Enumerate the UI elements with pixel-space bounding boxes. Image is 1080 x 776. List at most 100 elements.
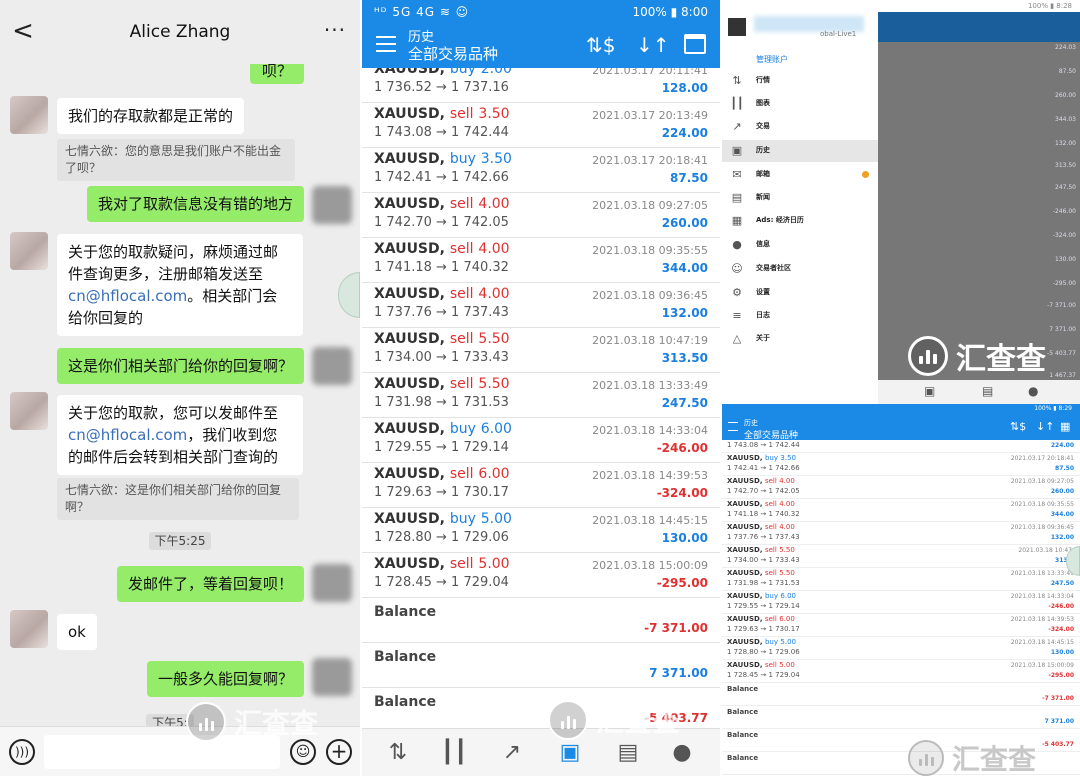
email-link[interactable]: cn@hflocal.com xyxy=(68,426,187,444)
deal-row[interactable]: XAUUSD, buy 2.00 1 736.52 → 1 737.16 202… xyxy=(362,68,720,103)
deal-row[interactable]: XAUUSD, buy 5.00 1 728.80 → 1 729.06 2021… xyxy=(722,637,1080,660)
deal-row[interactable]: XAUUSD, sell 6.00 1 729.63 → 1 730.17 202… xyxy=(722,614,1080,637)
drawer-item-mailbox[interactable]: ✉ 邮箱 xyxy=(722,164,878,186)
avatar xyxy=(10,232,48,270)
deal-row[interactable]: XAUUSD, sell 6.00 1 729.63 → 1 730.17 20… xyxy=(362,463,720,508)
quoted-message: 七情六欲：这是你们相关部门给你的回复啊？ xyxy=(57,478,299,520)
deal-row[interactable]: XAUUSD, buy 5.00 1 728.80 → 1 729.06 202… xyxy=(362,508,720,553)
news-icon[interactable]: ▤ xyxy=(610,739,646,767)
drawer-item-about[interactable]: △ 关于 xyxy=(722,328,878,350)
menu-icon[interactable] xyxy=(376,36,396,52)
message-incoming: 我们的存取款都是正常的 xyxy=(57,98,245,134)
message-incoming: 关于您的取款，您可以发邮件至cn@hflocal.com，我们收到您的邮件后会转… xyxy=(57,395,303,475)
drawer-item-community[interactable]: ☺ 交易者社区 xyxy=(722,258,878,280)
more-icon[interactable]: ··· xyxy=(324,18,346,42)
avatar xyxy=(10,96,48,134)
app-bar: 历史 全部交易品种 ⇅$ ↓↑ xyxy=(362,24,720,68)
balance-row[interactable]: Balance 7 371.00 xyxy=(722,706,1080,729)
deal-row[interactable]: XAUUSD, sell 4.00 1 737.76 → 1 737.43 20… xyxy=(362,283,720,328)
dimmed-bottom-navigation: ▣ ▤ ● xyxy=(878,380,1080,404)
unread-dot xyxy=(862,171,869,178)
drawer-item-settings[interactable]: ⚙ 设置 xyxy=(722,282,878,304)
appbar-subtitle[interactable]: 全部交易品种 xyxy=(408,43,498,64)
drawer-item-history[interactable]: ▣ 历史 xyxy=(722,140,878,162)
chat-icon[interactable]: ● xyxy=(664,739,700,767)
drawer-item-calendar[interactable]: ▦ Ads: 经济日历 xyxy=(722,210,878,232)
deal-row[interactable]: XAUUSD, sell 4.00 1 737.76 → 1 737.43 202… xyxy=(722,522,1080,545)
deal-row[interactable]: XAUUSD, sell 4.00 1 741.18 → 1 740.32 202… xyxy=(722,499,1080,522)
back-icon[interactable]: < xyxy=(10,18,36,44)
drawer-item-journal[interactable]: ≡ 日志 xyxy=(722,305,878,327)
quotes-icon[interactable]: ⇅ xyxy=(380,739,416,767)
navigation-drawer-screenshot: 100% ▮ 8:28 224.03 87.50 260.00 344.03 1… xyxy=(722,0,1080,404)
watermark-text: 汇查查 xyxy=(956,342,1046,377)
about-icon: △ xyxy=(732,332,742,345)
balance-row[interactable]: Balance 7 371.00 xyxy=(362,643,720,688)
drawer-item-trade[interactable]: ↗ 交易 xyxy=(722,116,878,138)
watermark-text: 汇查查 xyxy=(234,707,319,740)
message-outgoing-partial: 呗？ xyxy=(249,64,304,84)
watermark: 汇查查 xyxy=(908,334,1046,378)
deal-row[interactable]: XAUUSD, sell 5.50 1 734.00 → 1 733.43 202… xyxy=(722,545,1080,568)
menu-icon[interactable] xyxy=(728,422,738,431)
trade-icon[interactable]: ↗ xyxy=(494,739,530,767)
trading-history-small-screenshot: 100% ▮ 8:29 历史 全部交易品种 ⇅$ ↓↑ ▦ 1 743.08 →… xyxy=(722,404,1080,776)
email-link[interactable]: cn@hflocal.com xyxy=(68,287,187,305)
timestamp: 下午5:25 xyxy=(0,532,360,550)
chat-icon: ● xyxy=(732,238,742,251)
chat-header: < Alice Zhang ··· xyxy=(0,0,360,64)
deal-row[interactable]: XAUUSD, sell 4.00 1 742.70 → 1 742.05 20… xyxy=(362,193,720,238)
symbol-filter-icon[interactable]: ⇅$ xyxy=(586,34,615,56)
history-icon[interactable]: ▣ xyxy=(552,739,588,767)
emoji-icon[interactable]: ☺ xyxy=(290,739,316,765)
deal-row[interactable]: XAUUSD, sell 5.50 1 731.98 → 1 731.53 20… xyxy=(362,373,720,418)
sort-icon[interactable]: ↓↑ xyxy=(1036,420,1054,433)
plus-icon[interactable]: + xyxy=(326,739,352,765)
history-icon[interactable]: ▣ xyxy=(924,384,935,398)
calendar-icon[interactable]: ▦ xyxy=(1060,420,1070,433)
deal-row[interactable]: XAUUSD, buy 6.00 1 729.55 → 1 729.14 202… xyxy=(362,418,720,463)
deal-row[interactable]: XAUUSD, buy 3.50 1 742.41 → 1 742.66 202… xyxy=(362,148,720,193)
deal-row[interactable]: XAUUSD, sell 5.50 1 731.98 → 1 731.53 202… xyxy=(722,568,1080,591)
drawer-item-charts[interactable]: ┃┃ 图表 xyxy=(722,93,878,115)
drawer-item-quotes[interactable]: ⇅ 行情 xyxy=(722,70,878,92)
status-icons: ᴴᴰ 5G 4G ≋ ☺ xyxy=(374,5,470,19)
trading-history-panel: ᴴᴰ 5G 4G ≋ ☺ 100% ▮ 8:00 历史 全部交易品种 ⇅$ ↓↑… xyxy=(362,0,720,776)
message-outgoing: 一般多久能回复啊？ xyxy=(146,661,304,697)
chart-icon[interactable]: ┃┃ xyxy=(436,739,472,767)
sort-icon[interactable]: ↓↑ xyxy=(636,34,670,56)
watermark-logo-icon xyxy=(908,336,948,376)
manage-accounts-link[interactable]: 管理账户 xyxy=(756,54,788,65)
avatar-self xyxy=(312,186,352,224)
avatar-self xyxy=(312,564,352,602)
deal-row[interactable]: XAUUSD, sell 5.00 1 728.45 → 1 729.04 20… xyxy=(362,553,720,598)
watermark-logo-icon xyxy=(186,702,226,742)
deal-row[interactable]: XAUUSD, sell 3.50 1 743.08 → 1 742.44 20… xyxy=(362,103,720,148)
appbar-title: 历史 xyxy=(744,419,758,427)
deal-row[interactable]: 1 743.08 → 1 742.44 224.00 xyxy=(722,440,1080,453)
news-icon[interactable]: ▤ xyxy=(982,384,993,398)
voice-icon[interactable]: ))) xyxy=(9,739,35,765)
deal-row[interactable]: XAUUSD, sell 5.50 1 734.00 → 1 733.43 20… xyxy=(362,328,720,373)
watermark: 汇查查 xyxy=(908,738,1036,776)
calendar-icon[interactable] xyxy=(684,34,706,54)
deal-row[interactable]: XAUUSD, buy 3.50 1 742.41 → 1 742.66 2021… xyxy=(722,453,1080,476)
deal-list: 1 743.08 → 1 742.44 224.00 XAUUSD, buy 3… xyxy=(722,440,1080,776)
symbol-filter-icon[interactable]: ⇅$ xyxy=(1010,420,1026,433)
screenshot-collage: < Alice Zhang ··· 呗？ 我们的存取款都是正常的 七情六欲：您的… xyxy=(0,0,1080,776)
deal-row[interactable]: XAUUSD, sell 5.00 1 728.45 → 1 729.04 202… xyxy=(722,660,1080,683)
chat-messages: 呗？ 我们的存取款都是正常的 七情六欲：您的意思是我们账户不能出金了呗？ 我对了… xyxy=(0,64,360,726)
drawer-item-messages[interactable]: ● 信息 xyxy=(722,234,878,256)
balance-row[interactable]: Balance -7 371.00 xyxy=(362,598,720,643)
deal-row[interactable]: XAUUSD, sell 4.00 1 741.18 → 1 740.32 20… xyxy=(362,238,720,283)
drawer-item-news[interactable]: ▤ 新闻 xyxy=(722,187,878,209)
community-icon: ☺ xyxy=(731,262,743,275)
chat-title: Alice Zhang xyxy=(129,22,231,42)
avatar-self xyxy=(312,347,352,385)
chat-icon[interactable]: ● xyxy=(1028,384,1038,398)
deal-row[interactable]: XAUUSD, sell 4.00 1 742.70 → 1 742.05 202… xyxy=(722,476,1080,499)
balance-row[interactable]: Balance -7 371.00 xyxy=(722,683,1080,706)
settings-icon: ⚙ xyxy=(732,286,742,299)
chart-icon: ┃┃ xyxy=(730,97,744,110)
deal-row[interactable]: XAUUSD, buy 6.00 1 729.55 → 1 729.14 2021… xyxy=(722,591,1080,614)
